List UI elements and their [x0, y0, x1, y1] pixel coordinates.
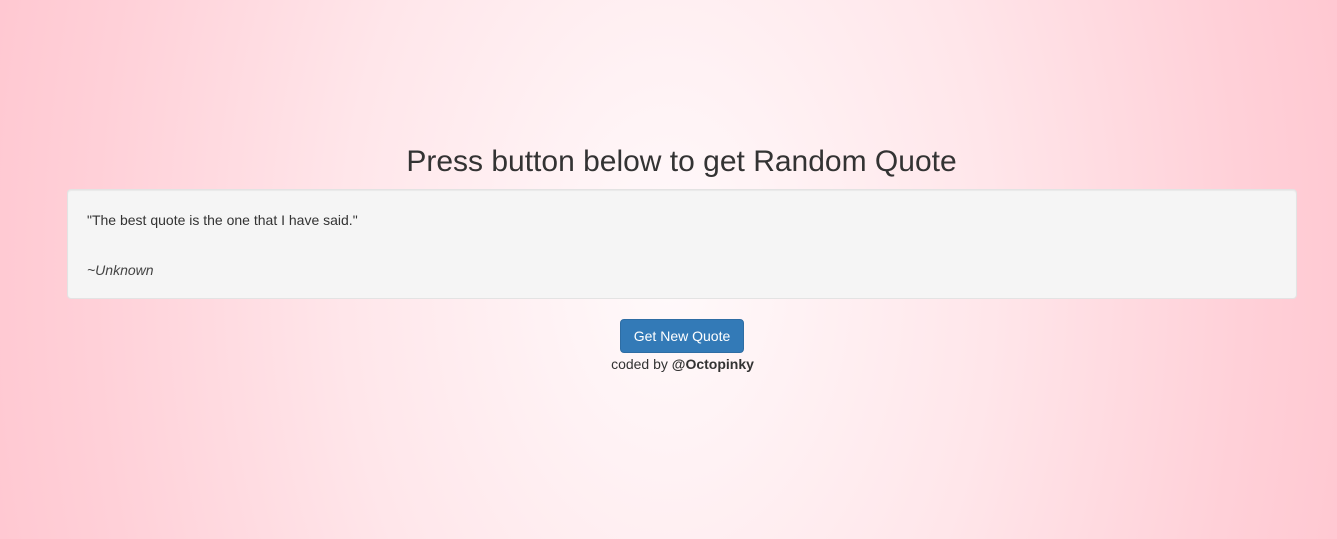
- quote-card: "The best quote is the one that I have s…: [67, 189, 1297, 299]
- credit-prefix: coded by: [611, 356, 672, 372]
- author-handle-link[interactable]: @Octopinky: [672, 356, 754, 372]
- quote-author: ~Unknown: [87, 262, 154, 278]
- footer-credit: coded by @Octopinky: [0, 354, 1337, 374]
- get-new-quote-button[interactable]: Get New Quote: [620, 319, 744, 353]
- page: Press button below to get Random Quote "…: [0, 0, 1337, 539]
- page-title: Press button below to get Random Quote: [406, 145, 957, 178]
- quote-text: "The best quote is the one that I have s…: [87, 212, 358, 228]
